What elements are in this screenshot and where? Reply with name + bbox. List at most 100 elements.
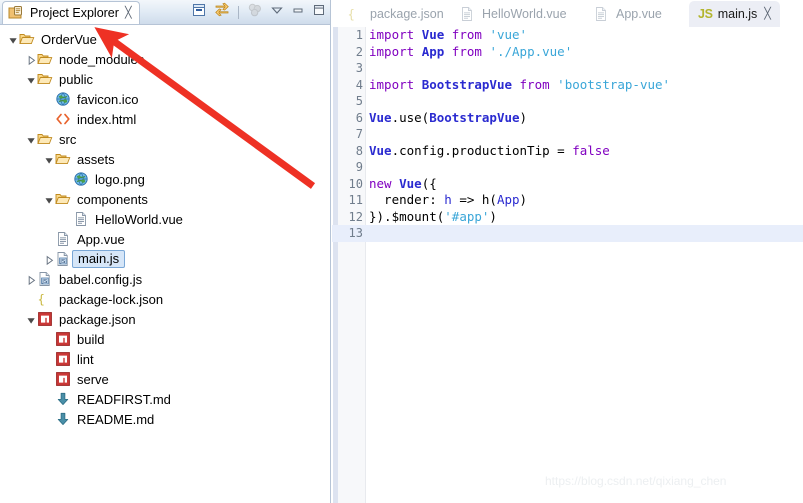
code-line[interactable]: 9 (332, 159, 803, 176)
code-editor-area: { } package.json HelloWorld.vue App.vue JS ma… (332, 0, 803, 503)
code-line[interactable]: 2 import App from './App.vue' (332, 44, 803, 61)
tree-item-serve[interactable]: serve (0, 369, 329, 389)
code-text: import BootstrapVue from 'bootstrap-vue' (369, 76, 671, 92)
code-lines[interactable]: 1 import Vue from 'vue' 2 import App from '… (332, 27, 803, 242)
markdown-arrow-icon (55, 411, 71, 427)
line-number: 11 (348, 193, 363, 207)
minimize-icon[interactable] (291, 3, 305, 22)
tree-item-readme-md[interactable]: README.md (0, 409, 329, 429)
code-line[interactable]: 12}).$mount('#app') (332, 209, 803, 226)
tree-item-index-html[interactable]: index.html (0, 109, 329, 129)
tree-item-label: assets (77, 151, 115, 167)
editor-tab-package-json[interactable]: { } package.json (338, 1, 453, 27)
twisty-expanded-icon[interactable] (44, 154, 55, 165)
tree-item-readfirst-md[interactable]: READFIRST.md (0, 389, 329, 409)
code-line[interactable]: 5 (332, 93, 803, 110)
json-braces-icon: { } (37, 291, 60, 307)
tab-title: Project Explorer (30, 6, 119, 20)
project-tree[interactable]: OrderVue node_modules public favicon.ico ind… (0, 25, 329, 503)
code-line[interactable]: 10 new Vue({ (332, 176, 803, 193)
twisty-expanded-icon[interactable] (8, 34, 19, 45)
view-menu-icon[interactable] (247, 2, 263, 23)
twisty-collapsed-icon[interactable] (44, 254, 55, 265)
twisty-collapsed-icon[interactable] (26, 54, 37, 65)
collapse-all-icon[interactable] (191, 2, 207, 23)
code-line[interactable]: 7 (332, 126, 803, 143)
code-line[interactable]: 6 Vue.use(BootstrapVue) (332, 110, 803, 127)
tree-item-package-json[interactable]: package.json (0, 309, 329, 329)
tree-item-label: package.json (59, 311, 136, 327)
tree-item-logo-png[interactable]: logo.png (0, 169, 329, 189)
tree-item-package-lock-json[interactable]: { } package-lock.json (0, 289, 329, 309)
tree-item-ordervue[interactable]: OrderVue (0, 29, 329, 49)
tree-item-favicon-ico[interactable]: favicon.ico (0, 89, 329, 109)
code-text: Vue.config.productionTip = false (369, 142, 610, 158)
code-line[interactable]: 4 import BootstrapVue from 'bootstrap-vue… (332, 77, 803, 94)
tree-item-public[interactable]: public (0, 69, 329, 89)
twisty-collapsed-icon[interactable] (26, 274, 37, 285)
tree-item-lint[interactable]: lint (0, 349, 329, 369)
chevron-down-icon[interactable] (270, 3, 284, 22)
editor-tab-label: HelloWorld.vue (482, 7, 567, 21)
tree-item-src[interactable]: src (0, 129, 329, 149)
tree-item-label: READFIRST.md (77, 391, 171, 407)
line-number: 13 (348, 226, 363, 240)
code-line[interactable]: 8 Vue.config.productionTip = false (332, 143, 803, 160)
code-line[interactable]: 13 (332, 225, 803, 242)
twisty-expanded-icon[interactable] (26, 134, 37, 145)
tree-item-label: favicon.ico (77, 91, 139, 107)
tree-item-assets[interactable]: assets (0, 149, 329, 169)
maximize-icon[interactable] (312, 3, 326, 22)
tree-item-main-js[interactable]: JS main.js (0, 249, 329, 269)
close-icon[interactable]: ╳ (764, 8, 771, 20)
folder-open-icon (55, 151, 71, 167)
project-explorer-icon (8, 5, 24, 21)
code-text: Vue.use(BootstrapVue) (369, 109, 528, 125)
twisty-expanded-icon[interactable] (26, 74, 37, 85)
code-line[interactable]: 1 import Vue from 'vue' (332, 27, 803, 44)
editor-tab-main-js[interactable]: JS main.js ╳ (689, 1, 780, 27)
link-with-editor-icon[interactable] (214, 2, 230, 23)
tree-item-label: HelloWorld.vue (95, 211, 183, 227)
tree-item-label: main.js (72, 250, 126, 268)
tree-item-components[interactable]: components (0, 189, 329, 209)
tree-item-label: components (77, 191, 148, 207)
line-number: 9 (355, 160, 363, 174)
tree-item-node-modules[interactable]: node_modules (0, 49, 329, 69)
editor-tab-label: package.json (370, 7, 444, 21)
file-text-icon (73, 211, 89, 227)
code-line[interactable]: 11 render: h => h(App) (332, 192, 803, 209)
tree-item-label: App.vue (77, 231, 125, 247)
editor-tab-helloworld-vue[interactable]: HelloWorld.vue (450, 1, 576, 27)
line-number: 6 (355, 110, 363, 125)
editor-tab-app-vue[interactable]: App.vue (584, 1, 671, 27)
tree-item-build[interactable]: build (0, 329, 329, 349)
close-icon[interactable]: ╳ (125, 7, 132, 19)
code-view[interactable]: 1 import Vue from 'vue' 2 import App from '… (332, 27, 803, 503)
watermark-text: https://blog.csdn.net/qixiang_chen (545, 474, 727, 488)
toolbar-separator (238, 5, 239, 19)
tree-item-babel-config-js[interactable]: JS babel.config.js (0, 269, 329, 289)
eclipse-ide-window: Project Explorer ╳ OrderVue node_modules… (0, 0, 803, 503)
html-icon (55, 111, 71, 127)
npm-icon (37, 311, 53, 327)
tree-item-app-vue[interactable]: App.vue (0, 229, 329, 249)
twisty-expanded-icon[interactable] (44, 194, 55, 205)
twisty-expanded-icon[interactable] (26, 314, 37, 325)
tree-item-label: babel.config.js (59, 271, 143, 287)
tree-item-helloworld-vue[interactable]: HelloWorld.vue (0, 209, 329, 229)
folder-open-icon (55, 191, 71, 207)
code-line[interactable]: 3 (332, 60, 803, 77)
project-explorer-view: Project Explorer ╳ OrderVue node_modules… (0, 0, 331, 503)
file-text-icon (55, 231, 71, 247)
tab-project-explorer[interactable]: Project Explorer ╳ (2, 1, 140, 24)
folder-open-icon (37, 51, 53, 67)
